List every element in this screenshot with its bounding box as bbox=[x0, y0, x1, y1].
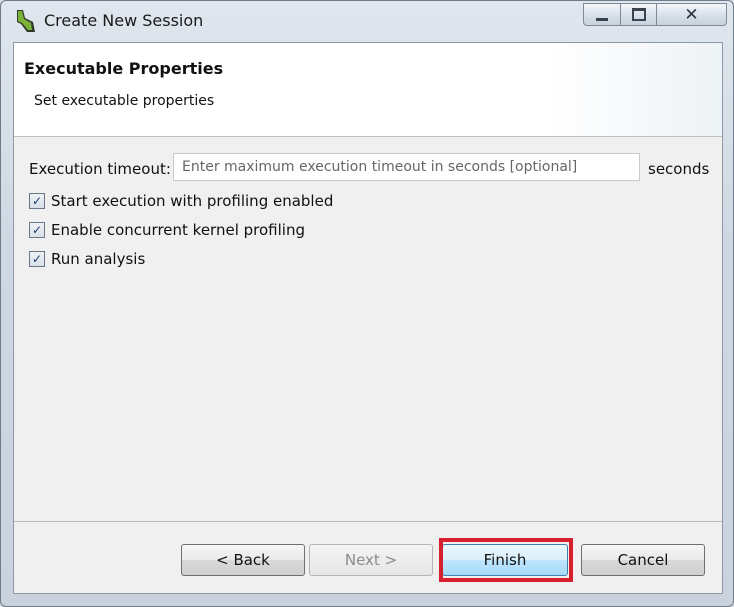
finish-button[interactable]: Finish bbox=[442, 544, 568, 576]
checkmark-icon: ✓ bbox=[31, 194, 43, 208]
next-button[interactable]: Next > bbox=[309, 544, 433, 576]
cancel-button[interactable]: Cancel bbox=[581, 544, 705, 576]
execution-timeout-label: Execution timeout: bbox=[29, 160, 171, 178]
maximize-icon[interactable] bbox=[621, 3, 657, 26]
run-analysis-checkbox[interactable]: ✓ bbox=[29, 251, 45, 267]
page-title: Executable Properties bbox=[24, 59, 224, 78]
checkmark-icon: ✓ bbox=[31, 252, 43, 266]
window-controls: ✕ bbox=[583, 3, 727, 28]
wizard-header: Executable Properties Set executable pro… bbox=[14, 43, 722, 137]
title-bar[interactable]: Create New Session ✕ bbox=[1, 1, 733, 41]
app-icon bbox=[17, 10, 35, 32]
execution-timeout-input[interactable] bbox=[173, 153, 640, 181]
close-icon[interactable]: ✕ bbox=[657, 3, 727, 26]
dialog-window: Create New Session ✕ Executable Properti… bbox=[0, 0, 734, 607]
close-glyph: ✕ bbox=[684, 4, 699, 25]
timeout-unit-label: seconds bbox=[648, 160, 710, 178]
footer-divider bbox=[14, 521, 722, 522]
profiling-enabled-option[interactable]: ✓ Start execution with profiling enabled bbox=[29, 191, 333, 211]
window-title: Create New Session bbox=[44, 11, 204, 30]
dialog-content: Executable Properties Set executable pro… bbox=[13, 42, 723, 594]
back-button[interactable]: < Back bbox=[181, 544, 305, 576]
run-analysis-option[interactable]: ✓ Run analysis bbox=[29, 249, 145, 269]
concurrent-kernel-profiling-option[interactable]: ✓ Enable concurrent kernel profiling bbox=[29, 220, 305, 240]
run-analysis-label[interactable]: Run analysis bbox=[51, 250, 145, 268]
concurrent-kernel-profiling-checkbox[interactable]: ✓ bbox=[29, 222, 45, 238]
profiling-enabled-label[interactable]: Start execution with profiling enabled bbox=[51, 192, 333, 210]
page-subtitle: Set executable properties bbox=[34, 93, 215, 109]
concurrent-kernel-profiling-label[interactable]: Enable concurrent kernel profiling bbox=[51, 221, 305, 239]
profiling-enabled-checkbox[interactable]: ✓ bbox=[29, 193, 45, 209]
checkmark-icon: ✓ bbox=[31, 223, 43, 237]
minimize-icon[interactable] bbox=[583, 3, 621, 26]
